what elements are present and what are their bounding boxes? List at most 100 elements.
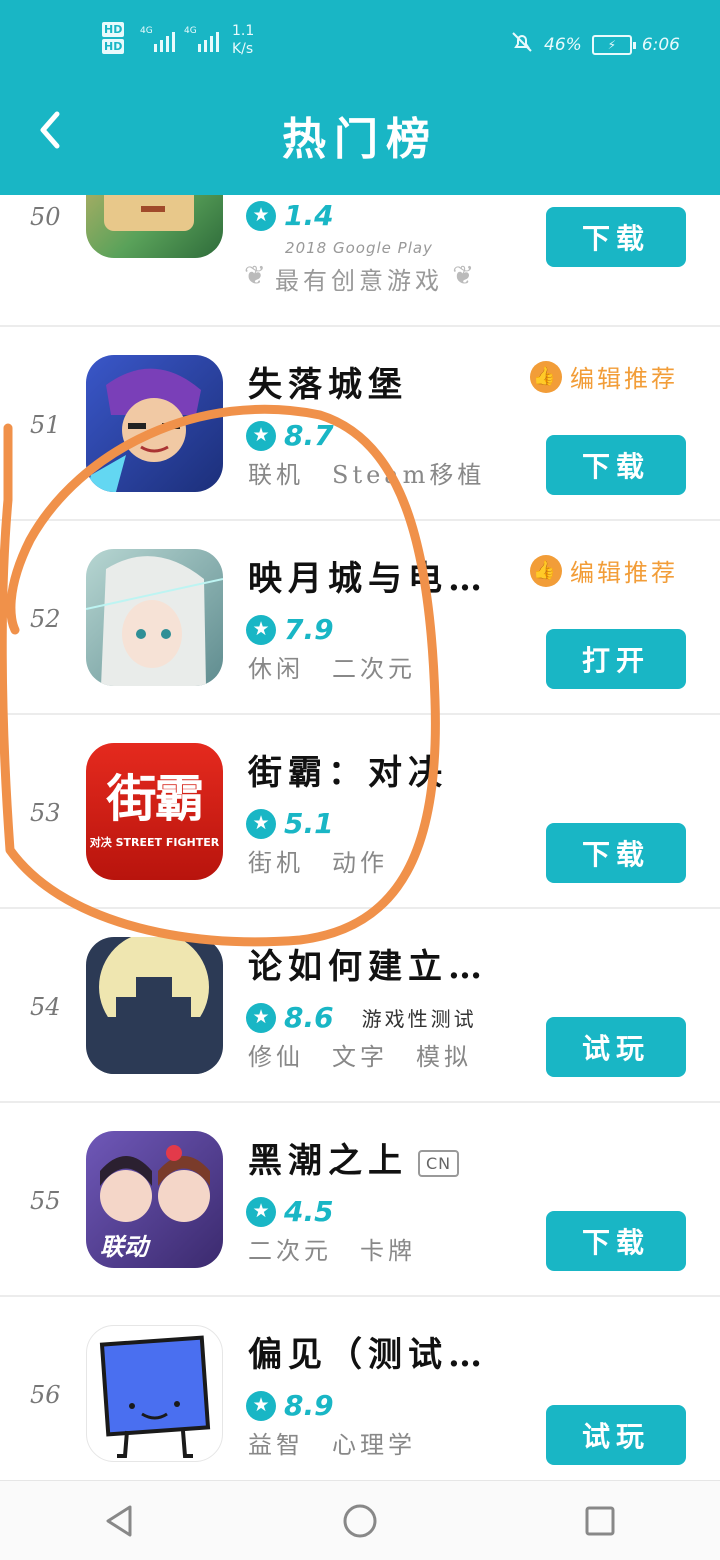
list-item[interactable]: 50 ★ 1.4 ❦ 2018 Google Play 最有创意游戏 ❦ 下载 [0, 195, 720, 327]
game-icon[interactable]: 街霸 对决 STREET FIGHTER [86, 743, 223, 880]
game-name[interactable]: 失落城堡 [248, 357, 408, 406]
system-nav-bar [0, 1480, 720, 1560]
tag: 益智 [248, 1431, 304, 1459]
icon-subtitle: 对决 STREET FIGHTER [89, 835, 220, 849]
award-line1: 2018 Google Play [285, 239, 433, 257]
rating: ★ 7.9 [246, 613, 334, 646]
game-icon[interactable] [86, 1325, 223, 1462]
tag-list: 休闲 二次元 [248, 649, 444, 684]
game-name[interactable]: 论如何建立… [248, 939, 488, 988]
rank-number: 52 [30, 605, 61, 633]
nav-home-button[interactable] [320, 1491, 400, 1551]
signal-icon: 4G [140, 26, 180, 52]
network-speed: 1.1 K/s [232, 22, 254, 58]
rating: ★ 8.6 游戏性测试 [246, 1001, 477, 1034]
game-icon[interactable] [86, 549, 223, 686]
editor-recommend: 👍 编辑推荐 [530, 359, 678, 394]
tag: 心理学 [332, 1431, 416, 1459]
circle-home-icon [343, 1504, 377, 1537]
editor-label: 编辑推荐 [570, 365, 678, 393]
rating: ★ 1.4 [246, 199, 334, 232]
rating-value: 5.1 [284, 807, 334, 840]
try-button[interactable]: 试玩 [546, 1405, 686, 1465]
editor-recommend: 👍 编辑推荐 [530, 553, 678, 588]
battery-percent: 46% [544, 34, 582, 55]
tag: Steam移植 [332, 461, 486, 489]
laurel-right-icon: ❦ [452, 261, 474, 291]
tag: 二次元 [248, 1237, 332, 1265]
tag-list: 修仙 文字 模拟 [248, 1037, 500, 1072]
open-button[interactable]: 打开 [546, 629, 686, 689]
rating: ★ 8.9 [246, 1389, 334, 1422]
star-icon: ★ [246, 808, 276, 839]
game-list[interactable]: 50 ★ 1.4 ❦ 2018 Google Play 最有创意游戏 ❦ 下载 … [0, 195, 720, 1480]
tag: 卡牌 [360, 1237, 416, 1265]
battery-icon: ⚡ [591, 34, 636, 55]
award-line2: 最有创意游戏 [275, 267, 443, 295]
speed-value: 1.1 [232, 23, 255, 39]
clock: 6:06 [641, 34, 680, 55]
game-icon[interactable] [86, 195, 223, 258]
list-item[interactable]: 53 街霸 对决 STREET FIGHTER 街霸：对决 ★ 5.1 街机 动作… [0, 715, 720, 909]
tag: 街机 [248, 849, 304, 877]
rating-value: 8.7 [284, 419, 334, 452]
list-item[interactable]: 54 论如何建立… ★ 8.6 游戏性测试 修仙 文字 模拟 试玩 [0, 909, 720, 1103]
bell-off-icon [510, 30, 534, 59]
editor-label: 编辑推荐 [570, 559, 678, 587]
list-item[interactable]: 56 偏见（测试… ★ 8.9 益智 心理学 试玩 [0, 1297, 720, 1480]
game-icon[interactable] [86, 937, 223, 1074]
list-item[interactable]: 51 失落城堡 👍 编辑推荐 ★ 8.7 联机 Steam移植 下载 [0, 327, 720, 521]
game-name[interactable]: 街霸：对决 [248, 745, 448, 794]
region-badge: CN [418, 1149, 460, 1177]
star-icon: ★ [246, 614, 276, 645]
rank-number: 50 [30, 203, 61, 231]
rating-value: 7.9 [284, 613, 334, 646]
star-icon: ★ [246, 1390, 276, 1421]
signal-icon-2: 4G [184, 26, 224, 52]
test-note: 游戏性测试 [361, 1007, 477, 1031]
list-item[interactable]: 55 联动 黑潮之上 CN ★ 4.5 二次元 卡牌 下载 [0, 1103, 720, 1297]
rating: ★ 5.1 [246, 807, 334, 840]
tag: 休闲 [248, 655, 304, 683]
star-icon: ★ [246, 200, 276, 231]
download-button[interactable]: 下载 [546, 435, 686, 495]
game-name-text: 黑潮之上 [248, 1141, 408, 1181]
download-button[interactable]: 下载 [546, 823, 686, 883]
tag: 联机 [248, 461, 304, 489]
star-icon: ★ [246, 1002, 276, 1033]
download-button[interactable]: 下载 [546, 1211, 686, 1271]
laurel-left-icon: ❦ [244, 261, 266, 291]
tag-list: 益智 心理学 [248, 1425, 444, 1460]
game-name[interactable]: 黑潮之上 CN [248, 1133, 460, 1182]
rank-number: 54 [30, 993, 61, 1021]
icon-label: 联动 [100, 1233, 148, 1261]
star-icon: ★ [246, 420, 276, 451]
net2-label: 4G [184, 26, 197, 36]
game-name[interactable]: 映月城与电… [248, 551, 488, 600]
star-icon: ★ [246, 1196, 276, 1227]
tag-list: 二次元 卡牌 [248, 1231, 444, 1266]
nav-back-button[interactable] [80, 1491, 160, 1551]
rating-value: 4.5 [284, 1195, 334, 1228]
list-item[interactable]: 52 映月城与电… 👍 编辑推荐 ★ 7.9 休闲 二次元 打开 [0, 521, 720, 715]
tag: 动作 [332, 849, 388, 877]
speed-unit: K/s [232, 41, 254, 57]
rank-number: 56 [30, 1381, 61, 1409]
hd-indicators: HD HD [102, 22, 134, 56]
try-button[interactable]: 试玩 [546, 1017, 686, 1077]
thumbs-up-icon: 👍 [530, 360, 562, 393]
triangle-back-icon [106, 1505, 132, 1536]
nav-recent-button[interactable] [560, 1491, 640, 1551]
rating-value: 1.4 [284, 199, 334, 232]
game-icon[interactable]: 联动 [86, 1131, 223, 1268]
square-recent-icon [585, 1506, 615, 1535]
game-icon[interactable] [86, 355, 223, 492]
tag: 模拟 [416, 1043, 472, 1071]
tag-list: 街机 动作 [248, 843, 416, 878]
rating-value: 8.9 [284, 1389, 334, 1422]
download-button[interactable]: 下载 [546, 207, 686, 267]
rating: ★ 4.5 [246, 1195, 334, 1228]
rank-number: 53 [30, 799, 61, 827]
rank-number: 55 [30, 1187, 61, 1215]
game-name[interactable]: 偏见（测试… [248, 1327, 488, 1376]
